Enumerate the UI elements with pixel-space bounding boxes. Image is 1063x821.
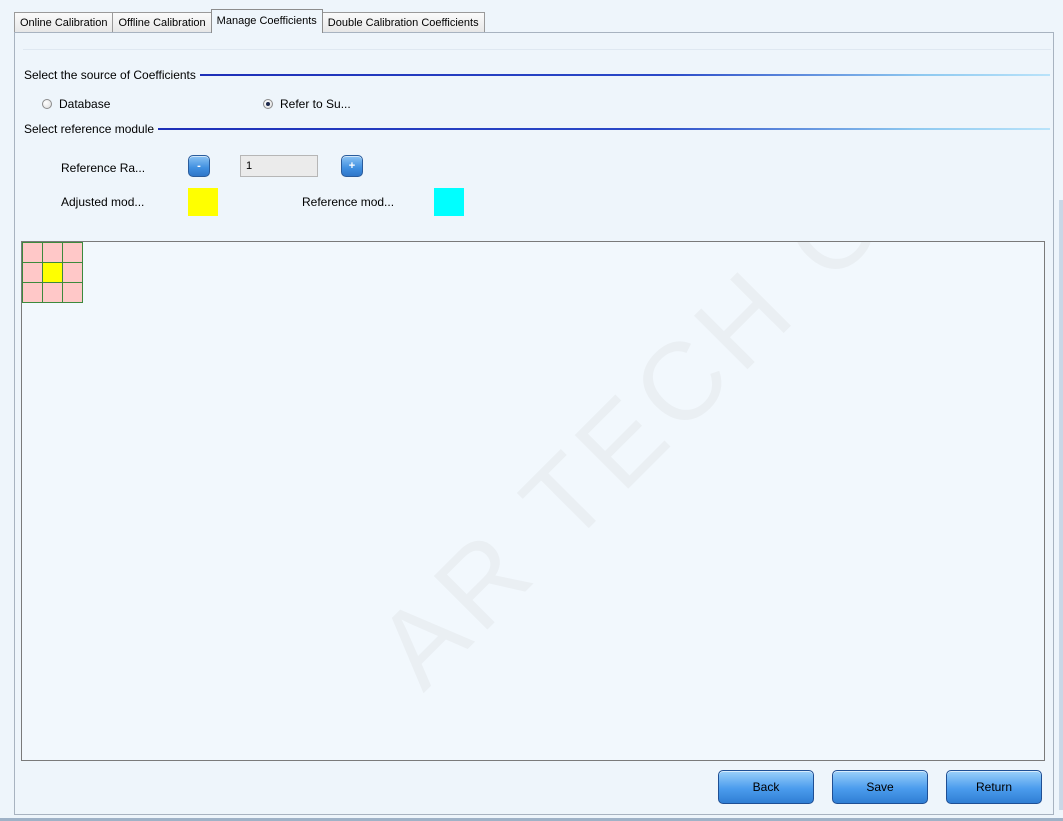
module-cell[interactable] bbox=[42, 242, 63, 263]
reference-range-label: Reference Ra... bbox=[61, 161, 146, 175]
save-button[interactable]: Save bbox=[832, 770, 928, 804]
radio-database[interactable]: Database bbox=[42, 97, 110, 111]
return-button[interactable]: Return bbox=[946, 770, 1042, 804]
reference-module-label: Reference mod... bbox=[302, 195, 395, 209]
module-cell[interactable] bbox=[22, 262, 43, 283]
watermark-text: AR TECH CO.,LTD. bbox=[353, 242, 1044, 711]
section-divider bbox=[199, 74, 1050, 76]
reference-section-title: Select reference module bbox=[24, 122, 155, 136]
module-cell[interactable] bbox=[22, 242, 43, 263]
source-section-title: Select the source of Coefficients bbox=[24, 68, 196, 82]
tab-online-calibration[interactable]: Online Calibration bbox=[14, 12, 114, 33]
radio-database-label: Database bbox=[59, 97, 111, 111]
radio-refer-label: Refer to Su... bbox=[280, 97, 351, 111]
adjusted-module-color-swatch bbox=[188, 188, 218, 216]
module-cell[interactable] bbox=[62, 242, 83, 263]
source-section-header: Select the source of Coefficients bbox=[24, 67, 1050, 83]
decrement-button[interactable]: - bbox=[188, 155, 210, 177]
radio-circle-icon bbox=[42, 99, 52, 109]
module-cell[interactable] bbox=[62, 262, 83, 283]
reference-module-color-swatch bbox=[434, 188, 464, 216]
module-cell-adjusted[interactable] bbox=[42, 262, 63, 283]
module-cell[interactable] bbox=[42, 282, 63, 303]
tab-offline-calibration[interactable]: Offline Calibration bbox=[112, 12, 212, 33]
tab-manage-coefficients[interactable]: Manage Coefficients bbox=[210, 9, 323, 33]
plus-icon: + bbox=[348, 160, 356, 172]
back-button[interactable]: Back bbox=[718, 770, 814, 804]
tab-double-calibration-coefficients[interactable]: Double Calibration Coefficients bbox=[321, 12, 485, 33]
manage-coefficients-panel: Select the source of Coefficients Databa… bbox=[14, 32, 1054, 815]
radio-refer-to-su[interactable]: Refer to Su... bbox=[263, 97, 351, 111]
radio-checked-icon bbox=[263, 99, 273, 109]
window-edge bbox=[1059, 200, 1063, 810]
tab-bar: Online Calibration Offline Calibration M… bbox=[14, 9, 485, 33]
module-cell[interactable] bbox=[62, 282, 83, 303]
reference-range-input[interactable] bbox=[240, 155, 318, 177]
module-cell[interactable] bbox=[22, 282, 43, 303]
minus-icon: - bbox=[197, 160, 201, 172]
reference-section-header: Select reference module bbox=[24, 121, 1050, 137]
increment-button[interactable]: + bbox=[341, 155, 363, 177]
section-divider bbox=[158, 128, 1050, 130]
module-layout-canvas[interactable]: AR TECH CO.,LTD. bbox=[21, 241, 1045, 761]
adjusted-module-label: Adjusted mod... bbox=[61, 195, 145, 209]
